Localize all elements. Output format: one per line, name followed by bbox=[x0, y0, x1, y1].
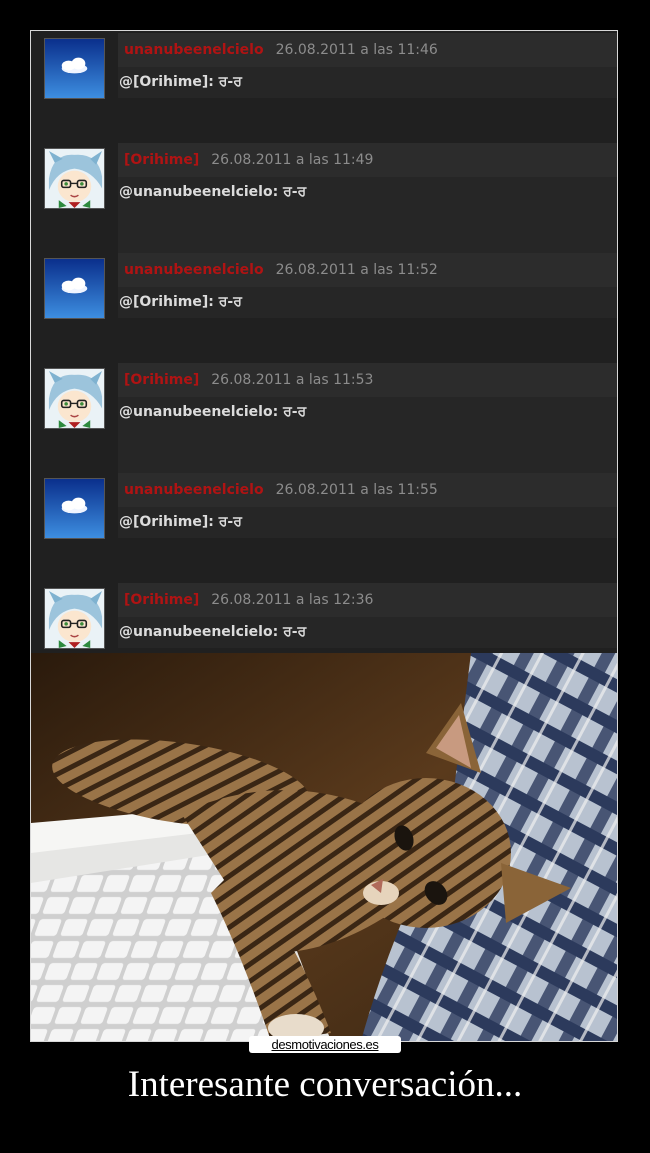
comment-text: @[Orihime]: ਰ-ਰ bbox=[119, 514, 242, 530]
comment-header: [Orihime] 26.08.2011 a las 11:53 bbox=[118, 363, 617, 397]
comment-item: unanubeenelcielo 26.08.2011 a las 11:55 … bbox=[31, 471, 617, 581]
comment-author-link[interactable]: [Orihime] bbox=[124, 152, 199, 168]
comment-item: [Orihime] 26.08.2011 a las 11:49 @unanub… bbox=[31, 141, 617, 253]
comment-header: [Orihime] 26.08.2011 a las 12:36 bbox=[118, 583, 617, 617]
comment-author-link[interactable]: unanubeenelcielo bbox=[124, 262, 264, 278]
comment-item: [Orihime] 26.08.2011 a las 11:53 @unanub… bbox=[31, 361, 617, 473]
comment-list: unanubeenelcielo 26.08.2011 a las 11:46 … bbox=[31, 31, 617, 653]
comment-author-link[interactable]: [Orihime] bbox=[124, 372, 199, 388]
comment-date: 26.08.2011 a las 11:49 bbox=[211, 152, 374, 168]
comment-date: 26.08.2011 a las 12:36 bbox=[211, 592, 374, 608]
cloud-avatar[interactable] bbox=[44, 38, 105, 99]
cloud-icon bbox=[45, 479, 104, 538]
kitten-on-laptop-image bbox=[31, 653, 617, 1041]
comment-item: unanubeenelcielo 26.08.2011 a las 11:46 … bbox=[31, 31, 617, 141]
anime-girl-icon bbox=[45, 369, 104, 428]
comment-date: 26.08.2011 a las 11:52 bbox=[275, 262, 438, 278]
cloud-icon bbox=[45, 259, 104, 318]
anime-girl-avatar[interactable] bbox=[44, 368, 105, 429]
anime-girl-icon bbox=[45, 149, 104, 208]
comment-header: unanubeenelcielo 26.08.2011 a las 11:55 bbox=[118, 473, 617, 507]
cloud-icon bbox=[45, 39, 104, 98]
cloud-avatar[interactable] bbox=[44, 258, 105, 319]
comment-text: @unanubeenelcielo: ਰ-ਰ bbox=[119, 184, 307, 200]
comment-header: unanubeenelcielo 26.08.2011 a las 11:52 bbox=[118, 253, 617, 287]
anime-girl-avatar[interactable] bbox=[44, 588, 105, 649]
comment-date: 26.08.2011 a las 11:53 bbox=[211, 372, 374, 388]
comment-author-link[interactable]: unanubeenelcielo bbox=[124, 482, 264, 498]
comment-header: [Orihime] 26.08.2011 a las 11:49 bbox=[118, 143, 617, 177]
comment-author-link[interactable]: unanubeenelcielo bbox=[124, 42, 264, 58]
anime-girl-icon bbox=[45, 589, 104, 648]
poster-caption: Interesante conversación... bbox=[127, 1064, 523, 1105]
comment-author-link[interactable]: [Orihime] bbox=[124, 592, 199, 608]
comment-date: 26.08.2011 a las 11:46 bbox=[275, 42, 438, 58]
kitten-photo bbox=[31, 653, 617, 1041]
anime-girl-avatar[interactable] bbox=[44, 148, 105, 209]
comment-item: unanubeenelcielo 26.08.2011 a las 11:52 … bbox=[31, 251, 617, 361]
poster-frame: unanubeenelcielo 26.08.2011 a las 11:46 … bbox=[30, 30, 618, 1042]
comment-date: 26.08.2011 a las 11:55 bbox=[275, 482, 438, 498]
comment-text: @unanubeenelcielo: ਰ-ਰ bbox=[119, 404, 307, 420]
comment-header: unanubeenelcielo 26.08.2011 a las 11:46 bbox=[118, 33, 617, 67]
comment-text: @[Orihime]: ਰ-ਰ bbox=[119, 294, 242, 310]
comment-text: @unanubeenelcielo: ਰ-ਰ bbox=[119, 624, 307, 640]
site-watermark[interactable]: desmotivaciones.es bbox=[249, 1036, 401, 1053]
comment-text: @[Orihime]: ਰ-ਰ bbox=[119, 74, 242, 90]
cloud-avatar[interactable] bbox=[44, 478, 105, 539]
